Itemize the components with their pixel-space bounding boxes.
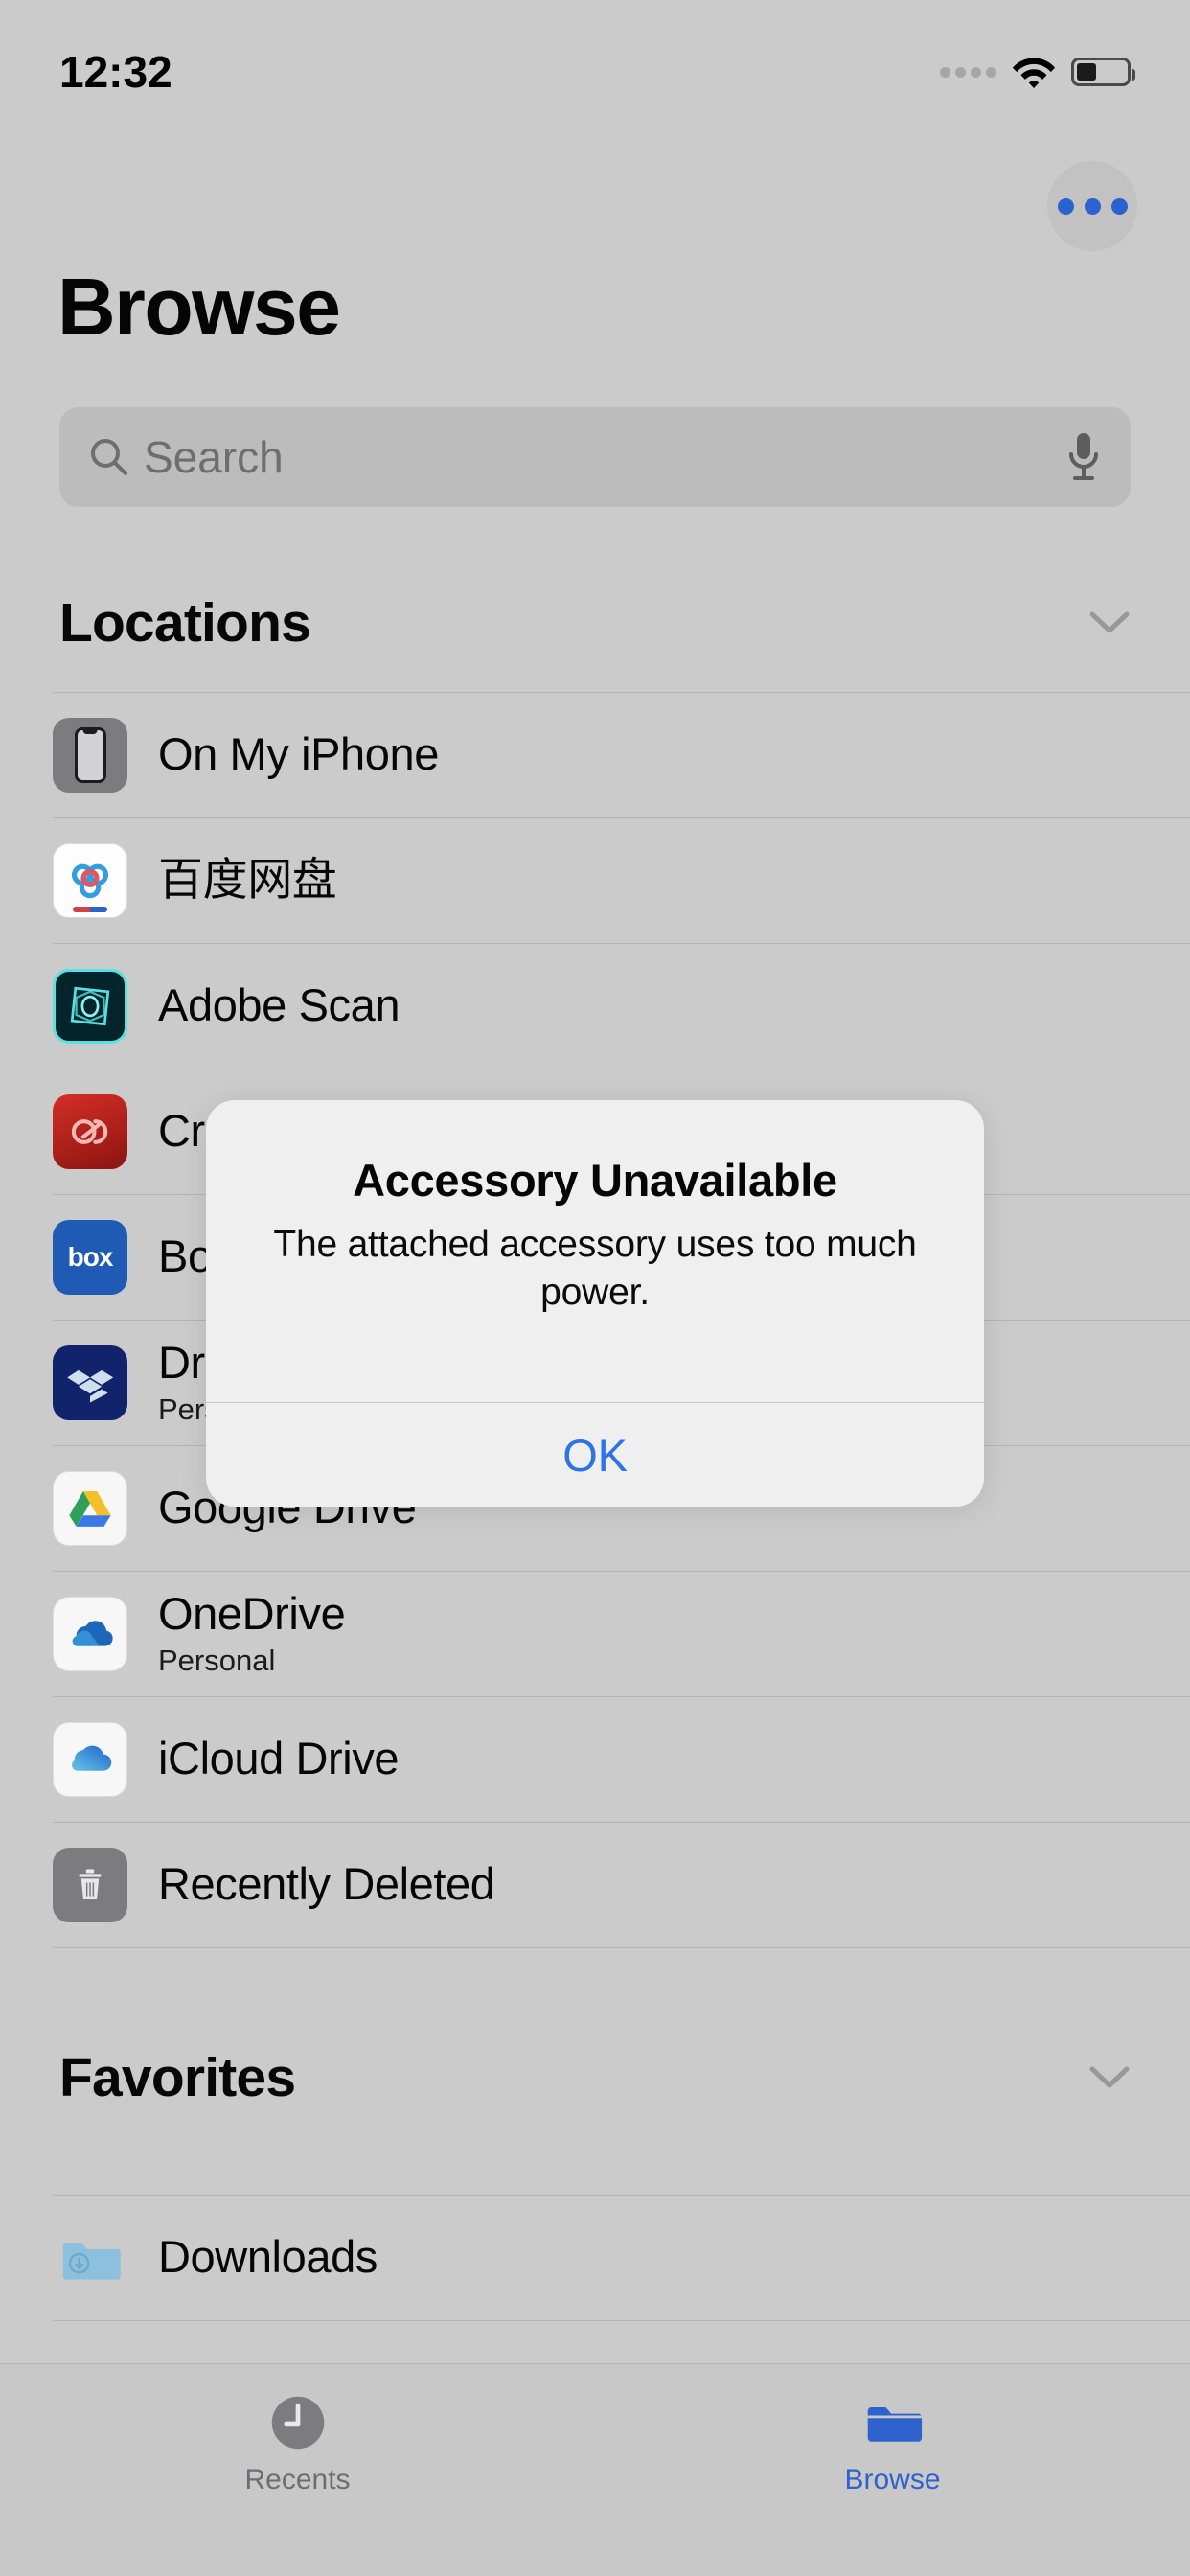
alert-title: Accessory Unavailable [353, 1155, 837, 1206]
alert-body: Accessory Unavailable The attached acces… [206, 1100, 984, 1402]
alert-ok-button[interactable]: OK [206, 1403, 984, 1506]
accessory-unavailable-alert: Accessory Unavailable The attached acces… [206, 1100, 984, 1506]
tab-label-browse: Browse [844, 2464, 941, 2496]
clock-icon [268, 2391, 328, 2454]
tab-recents[interactable]: Recents [0, 2364, 595, 2576]
folder-icon [863, 2391, 923, 2454]
tab-label-recents: Recents [244, 2464, 351, 2496]
tab-browse[interactable]: Browse [595, 2364, 1190, 2576]
alert-message: The attached accessory uses too much pow… [273, 1224, 917, 1314]
iphone-screen: 12:32 Browse Search Locations On My iPho… [0, 0, 1190, 2576]
tab-bar: Recents Browse [0, 2363, 1190, 2576]
